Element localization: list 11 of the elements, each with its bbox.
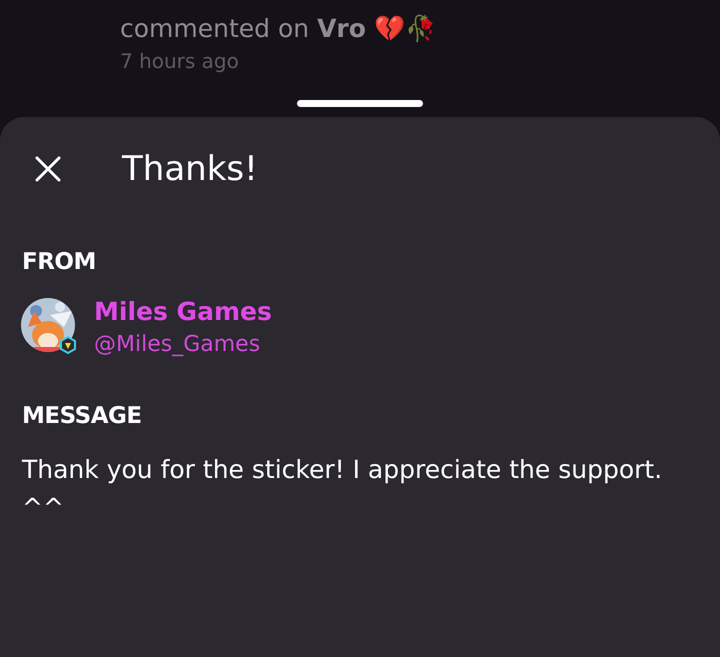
close-button[interactable] xyxy=(34,155,62,183)
close-icon xyxy=(34,155,62,183)
sender-name[interactable]: Miles Games xyxy=(94,297,272,326)
timestamp: 7 hours ago xyxy=(120,49,240,73)
sender-handle[interactable]: @Miles_Games xyxy=(94,332,272,357)
sheet-title: Thanks! xyxy=(122,149,258,189)
section-label: FROM xyxy=(22,249,96,275)
activity-text: commented on Vro 💔🥀 xyxy=(120,14,437,43)
message-text: Thank you for the sticker! I appreciate the support. ^^ xyxy=(22,454,664,524)
drag-handle[interactable] xyxy=(297,100,423,107)
section-label: MESSAGE xyxy=(22,403,142,429)
